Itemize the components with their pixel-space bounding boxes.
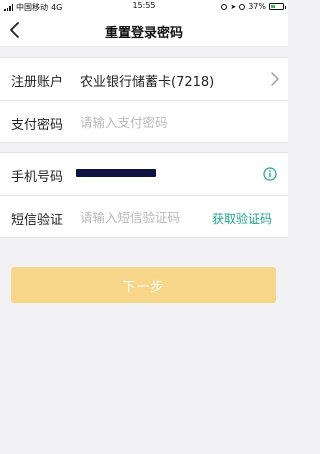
sms-verification-row: 短信验证 获取验证码 [0,195,288,237]
phone-number-redacted [76,169,156,177]
battery-icon [269,3,286,10]
chevron-right-icon [271,72,279,86]
account-value: 农业银行储蓄卡(7218) [80,75,215,90]
registered-account-row[interactable]: 注册账户 农业银行储蓄卡(7218) [0,58,288,100]
navigation-bar: 重置登录密码 [0,13,288,47]
sms-code-input[interactable] [80,206,200,228]
battery-percent: 37% [248,2,266,11]
phone-number-row: 手机号码 [0,153,288,195]
info-circle-icon[interactable] [263,167,277,181]
next-step-button[interactable]: 下一步 [11,267,276,303]
sms-label: 短信验证 [11,213,64,228]
account-form-group: 注册账户 农业银行储蓄卡(7218) 支付密码 [0,57,288,143]
account-label: 注册账户 [11,75,64,90]
get-code-button[interactable]: 获取验证码 [212,210,272,227]
battery-fill [271,5,276,8]
payment-password-row: 支付密码 [0,100,288,142]
payment-password-input[interactable] [80,111,270,133]
reset-login-password-screen: 中国移动 4G 15:55 ➤ 37% 重置登录密码 注册账户 农业银行储蓄卡(… [0,0,288,454]
location-lock-icon [221,3,228,10]
status-right: ➤ 37% [221,2,286,11]
verification-form-group: 手机号码 短信验证 获取验证码 [0,152,288,238]
phone-label: 手机号码 [11,170,64,185]
payment-password-label: 支付密码 [11,118,64,133]
status-bar: 中国移动 4G 15:55 ➤ 37% [0,0,288,13]
page-title: 重置登录密码 [104,26,183,41]
navigation-arrow-icon: ➤ [230,2,237,11]
alarm-icon [239,3,246,10]
